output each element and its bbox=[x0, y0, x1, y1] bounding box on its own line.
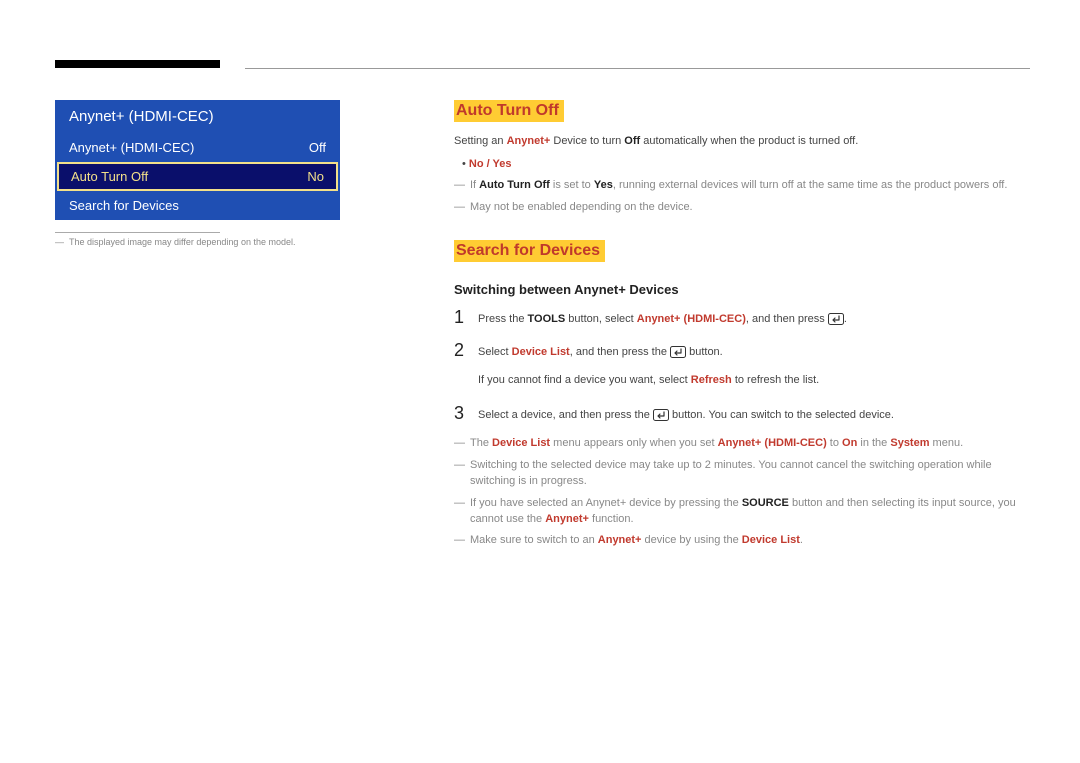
header-tab-mark bbox=[55, 60, 220, 68]
osd-row-search-devices: Search for Devices bbox=[55, 191, 340, 220]
subheading-switching: Switching between Anynet+ Devices bbox=[454, 282, 1030, 297]
auto-turn-off-note-2: May not be enabled depending on the devi… bbox=[454, 200, 1030, 216]
step-2-extra: If you cannot find a device you want, se… bbox=[478, 373, 1030, 389]
search-note-a: The Device List menu appears only when y… bbox=[454, 436, 1030, 452]
auto-turn-off-options: No / Yes bbox=[462, 158, 1030, 170]
enter-icon bbox=[828, 313, 844, 325]
osd-row-value: Off bbox=[309, 140, 326, 155]
osd-row-label: Anynet+ (HDMI-CEC) bbox=[69, 140, 194, 155]
image-disclaimer: The displayed image may differ depending… bbox=[55, 237, 340, 247]
caption-rule bbox=[55, 232, 220, 233]
heading-auto-turn-off: Auto Turn Off bbox=[454, 100, 564, 122]
step-2: 2 Select Device List, and then press the… bbox=[454, 340, 1030, 361]
header-rule bbox=[245, 68, 1030, 69]
step-3: 3 Select a device, and then press the bu… bbox=[454, 403, 1030, 424]
step-number: 1 bbox=[454, 307, 478, 328]
right-column: Auto Turn Off Setting an Anynet+ Device … bbox=[454, 100, 1030, 555]
osd-row-anynet: Anynet+ (HDMI-CEC) Off bbox=[55, 133, 340, 162]
osd-row-auto-turn-off: Auto Turn Off No bbox=[57, 162, 338, 191]
enter-icon bbox=[653, 409, 669, 421]
search-note-c: If you have selected an Anynet+ device b… bbox=[454, 496, 1030, 528]
heading-search-for-devices: Search for Devices bbox=[454, 240, 605, 262]
osd-row-label: Auto Turn Off bbox=[71, 169, 148, 184]
left-column: Anynet+ (HDMI-CEC) Anynet+ (HDMI-CEC) Of… bbox=[55, 100, 340, 247]
step-body: Select a device, and then press the butt… bbox=[478, 403, 894, 424]
step-number: 3 bbox=[454, 403, 478, 424]
step-1: 1 Press the TOOLS button, select Anynet+… bbox=[454, 307, 1030, 328]
osd-menu-preview: Anynet+ (HDMI-CEC) Anynet+ (HDMI-CEC) Of… bbox=[55, 100, 340, 220]
step-body: Select Device List, and then press the b… bbox=[478, 340, 723, 361]
enter-icon bbox=[670, 346, 686, 358]
step-number: 2 bbox=[454, 340, 478, 361]
osd-menu-title: Anynet+ (HDMI-CEC) bbox=[55, 100, 340, 133]
step-body: Press the TOOLS button, select Anynet+ (… bbox=[478, 307, 847, 328]
auto-turn-off-intro: Setting an Anynet+ Device to turn Off au… bbox=[454, 134, 1030, 150]
osd-row-label: Search for Devices bbox=[69, 198, 179, 213]
search-note-d: Make sure to switch to an Anynet+ device… bbox=[454, 533, 1030, 549]
auto-turn-off-note-1: If Auto Turn Off is set to Yes, running … bbox=[454, 178, 1030, 194]
osd-row-value: No bbox=[307, 169, 324, 184]
search-note-b: Switching to the selected device may tak… bbox=[454, 458, 1030, 490]
